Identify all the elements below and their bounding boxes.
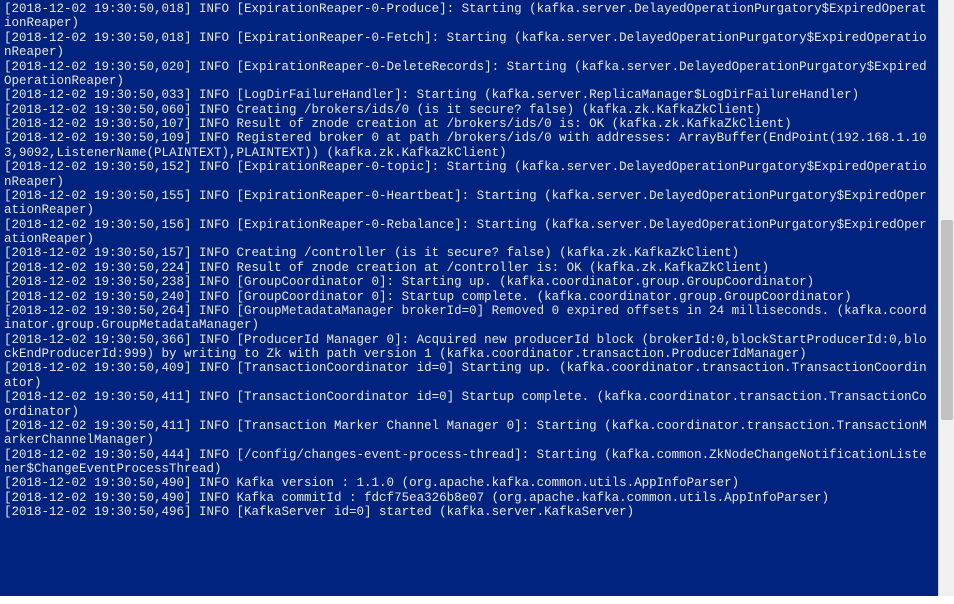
log-line: [2018-12-02 19:30:50,018] INFO [Expirati… [4,31,934,60]
log-line: [2018-12-02 19:30:50,018] INFO [Expirati… [4,2,934,31]
terminal-window: [2018-12-02 19:30:50,018] INFO [Expirati… [0,0,954,604]
log-line: [2018-12-02 19:30:50,155] INFO [Expirati… [4,189,934,218]
log-line: [2018-12-02 19:30:50,490] INFO Kafka ver… [4,476,934,490]
log-line: [2018-12-02 19:30:50,020] INFO [Expirati… [4,60,934,89]
log-line: [2018-12-02 19:30:50,109] INFO Registere… [4,131,934,160]
scroll-thumb[interactable] [941,220,953,420]
log-line: [2018-12-02 19:30:50,409] INFO [Transact… [4,361,934,390]
log-line: [2018-12-02 19:30:50,238] INFO [GroupCoo… [4,275,934,289]
vertical-scrollbar[interactable] [938,0,954,596]
log-line: [2018-12-02 19:30:50,224] INFO Result of… [4,261,934,275]
log-line: [2018-12-02 19:30:50,366] INFO [Producer… [4,333,934,362]
log-line: [2018-12-02 19:30:50,411] INFO [Transact… [4,419,934,448]
log-line: [2018-12-02 19:30:50,240] INFO [GroupCoo… [4,290,934,304]
log-line: [2018-12-02 19:30:50,411] INFO [Transact… [4,390,934,419]
log-line: [2018-12-02 19:30:50,490] INFO Kafka com… [4,491,934,505]
terminal-output[interactable]: [2018-12-02 19:30:50,018] INFO [Expirati… [0,0,938,596]
log-line: [2018-12-02 19:30:50,156] INFO [Expirati… [4,218,934,247]
log-line: [2018-12-02 19:30:50,033] INFO [LogDirFa… [4,88,934,102]
log-line: [2018-12-02 19:30:50,444] INFO [/config/… [4,448,934,477]
log-line: [2018-12-02 19:30:50,107] INFO Result of… [4,117,934,131]
log-line: [2018-12-02 19:30:50,152] INFO [Expirati… [4,160,934,189]
log-line: [2018-12-02 19:30:50,157] INFO Creating … [4,246,934,260]
log-line: [2018-12-02 19:30:50,060] INFO Creating … [4,103,934,117]
bottom-margin [0,596,938,604]
log-line: [2018-12-02 19:30:50,264] INFO [GroupMet… [4,304,934,333]
log-line: [2018-12-02 19:30:50,496] INFO [KafkaSer… [4,505,934,519]
